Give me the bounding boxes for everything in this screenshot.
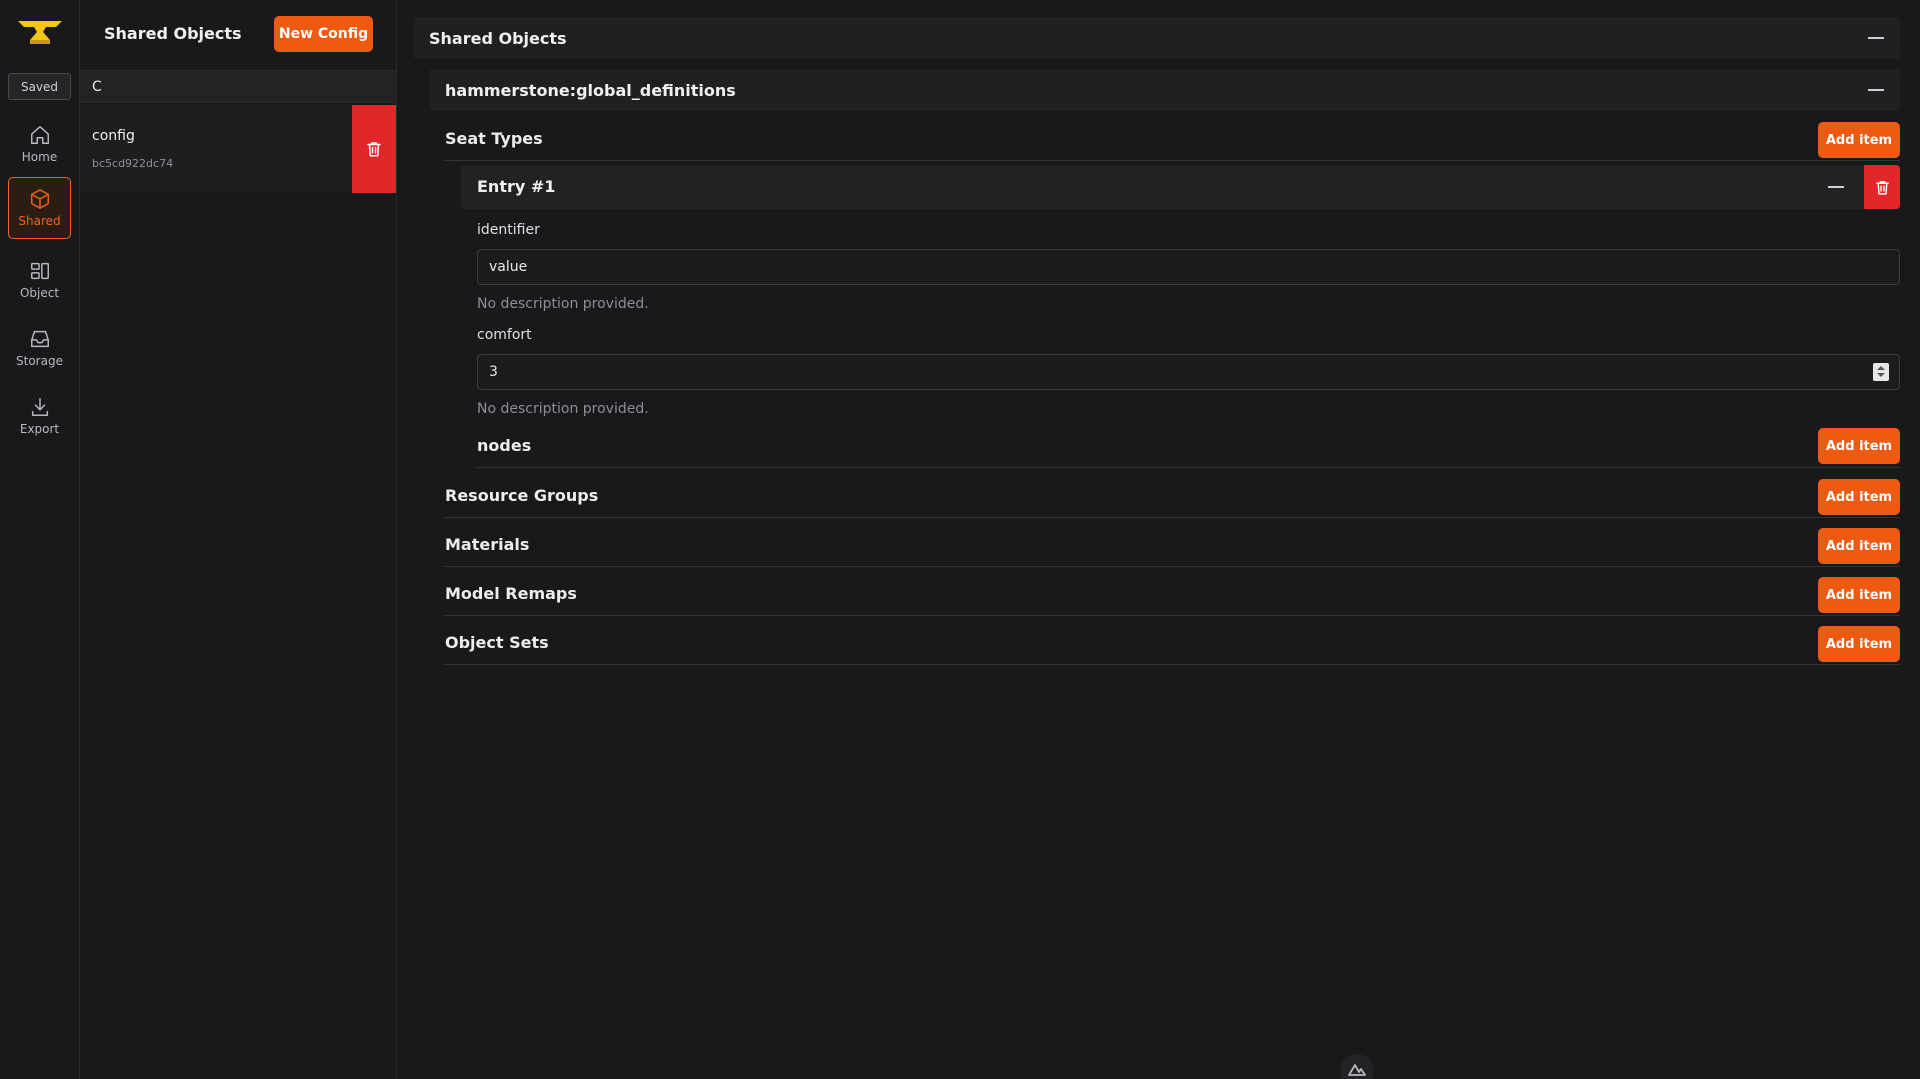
config-name: config — [92, 128, 135, 144]
panel-title: Shared Objects — [104, 24, 242, 43]
delete-entry-button[interactable] — [1864, 165, 1900, 209]
nodes-title: nodes — [477, 436, 532, 455]
nav-storage[interactable]: Storage — [8, 317, 71, 379]
nav-rail: Saved Home Shared Object Storage Export — [0, 0, 80, 1079]
collapse-icon[interactable] — [1868, 37, 1884, 39]
add-item-button[interactable]: Add item — [1818, 122, 1900, 158]
group-object-sets: Object Sets Add item — [445, 617, 1900, 665]
config-search-input[interactable]: C — [80, 70, 396, 103]
download-icon — [31, 398, 48, 416]
group-title: Object Sets — [445, 633, 549, 652]
shared-objects-section-header[interactable]: Shared Objects — [413, 17, 1900, 59]
group-materials: Materials Add item — [445, 519, 1900, 567]
config-list-panel: Shared Objects New Config C config bc5cd… — [80, 0, 397, 1079]
nav-object[interactable]: Object — [8, 249, 71, 311]
group-title: Seat Types — [445, 129, 543, 148]
add-item-button[interactable]: Add item — [1818, 577, 1900, 613]
mountain-logo-icon — [1348, 1064, 1366, 1076]
collapse-icon[interactable] — [1868, 89, 1884, 91]
anvil-logo-icon[interactable] — [16, 18, 64, 48]
add-item-button[interactable]: Add item — [1818, 528, 1900, 564]
home-icon — [30, 126, 49, 144]
entry-header[interactable]: Entry #1 — [461, 165, 1900, 209]
entry-title: Entry #1 — [477, 177, 556, 196]
add-node-button[interactable]: Add item — [1818, 428, 1900, 464]
definition-header[interactable]: hammerstone:global_definitions — [429, 69, 1900, 111]
nav-object-label: Object — [19, 286, 60, 300]
group-title: Model Remaps — [445, 584, 577, 603]
group-title: Materials — [445, 535, 530, 554]
config-hash: bc5cd922dc74 — [92, 157, 174, 170]
add-item-button[interactable]: Add item — [1818, 626, 1900, 662]
config-list-item[interactable]: config bc5cd922dc74 — [80, 105, 396, 193]
add-item-button[interactable]: Add item — [1818, 479, 1900, 515]
inbox-icon — [30, 330, 49, 348]
identifier-field[interactable]: value — [477, 249, 1900, 285]
delete-config-button[interactable] — [352, 105, 396, 193]
identifier-description: No description provided. — [477, 296, 649, 312]
collapse-icon[interactable] — [1828, 186, 1844, 188]
nuxt-devtools-button[interactable] — [1340, 1054, 1374, 1079]
group-resource-groups: Resource Groups Add item — [445, 470, 1900, 518]
group-seat-types: Seat Types Add item — [445, 113, 1900, 161]
group-model-remaps: Model Remaps Add item — [445, 568, 1900, 616]
nodes-group: nodes Add item — [477, 424, 1900, 468]
comfort-label: comfort — [477, 327, 532, 343]
saved-status-badge: Saved — [8, 73, 71, 100]
nav-shared-label: Shared — [18, 214, 61, 228]
comfort-description: No description provided. — [477, 401, 649, 417]
trash-icon — [367, 142, 381, 157]
definition-title: hammerstone:global_definitions — [445, 81, 736, 100]
nav-storage-label: Storage — [16, 354, 63, 368]
object-icon — [30, 262, 49, 280]
trash-icon — [1875, 180, 1889, 195]
nav-export[interactable]: Export — [8, 385, 71, 447]
nav-export-label: Export — [19, 422, 60, 436]
group-title: Resource Groups — [445, 486, 599, 505]
section-title: Shared Objects — [429, 29, 567, 48]
nav-home-label: Home — [21, 150, 58, 164]
comfort-number-field[interactable]: 3 — [477, 354, 1900, 390]
nav-shared[interactable]: Shared — [8, 177, 71, 239]
identifier-label: identifier — [477, 222, 540, 238]
number-stepper-icon[interactable] — [1873, 363, 1889, 381]
editor-main: Shared Objects hammerstone:global_defini… — [397, 0, 1920, 1079]
new-config-button[interactable]: New Config — [274, 16, 373, 52]
comfort-value: 3 — [489, 364, 498, 380]
nav-home[interactable]: Home — [8, 113, 71, 175]
cube-icon — [30, 189, 49, 209]
